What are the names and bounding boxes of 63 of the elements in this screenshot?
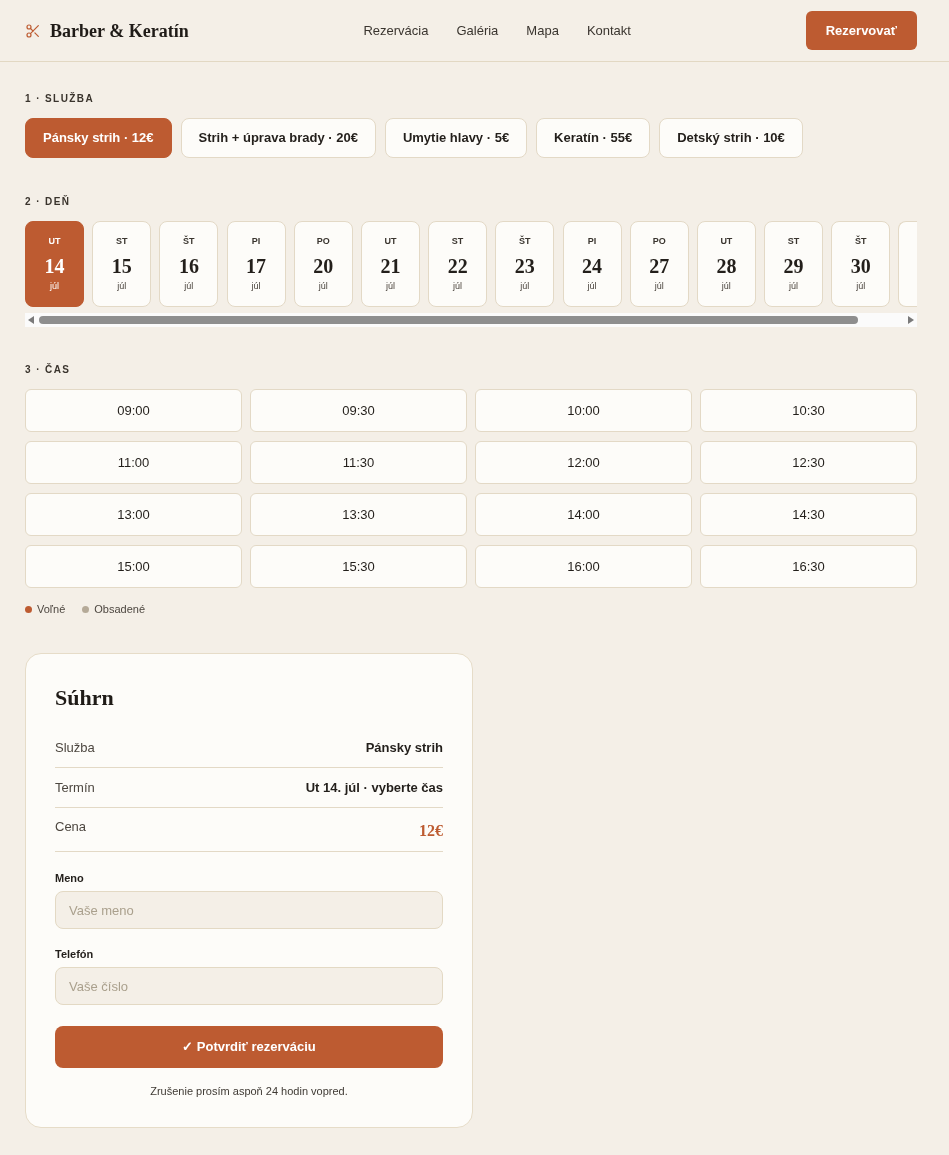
- day-card[interactable]: PI 24 júl: [562, 221, 622, 307]
- time-slot[interactable]: 12:30: [700, 441, 917, 484]
- summary-label: Termín: [55, 779, 95, 796]
- summary-value: Ut 14. júl · vyberte čas: [305, 779, 443, 796]
- time-slot[interactable]: 09:00: [25, 389, 242, 432]
- legend-label: Obsadené: [94, 603, 146, 616]
- time-slot[interactable]: 10:00: [475, 389, 692, 432]
- day-card[interactable]: ST 15 júl: [92, 221, 152, 307]
- time-slot[interactable]: 14:00: [475, 493, 692, 536]
- time-slot[interactable]: 16:30: [700, 545, 917, 588]
- day-card[interactable]: UT 28 júl: [696, 221, 756, 307]
- day-card[interactable]: PI 17 júl: [226, 221, 286, 307]
- legend-label: Voľné: [37, 603, 66, 616]
- input-field[interactable]: Vaše meno: [55, 891, 443, 929]
- reserve-button[interactable]: Rezervovať: [805, 11, 917, 50]
- day-card[interactable]: UT 21 júl: [360, 221, 420, 307]
- time-slot[interactable]: 10:30: [700, 389, 917, 432]
- service-option[interactable]: Keratín · 55€: [536, 118, 651, 158]
- summary-label: Služba: [55, 739, 95, 756]
- nav-link[interactable]: Rezervácia: [363, 22, 429, 39]
- summary-value: Pánsky strih: [365, 739, 443, 756]
- summary-title: Súhrn: [55, 685, 114, 711]
- time-slot[interactable]: 11:30: [250, 441, 467, 484]
- day-card[interactable]: PO 27 júl: [629, 221, 689, 307]
- time-slot[interactable]: 16:00: [475, 545, 692, 588]
- scroll-right-icon[interactable]: [908, 316, 914, 324]
- day-card[interactable]: ST 22 júl: [428, 221, 488, 307]
- service-option[interactable]: Strih + úprava brady · 20€: [180, 118, 376, 158]
- field-label: Telefón: [55, 947, 94, 961]
- service-option[interactable]: Pánsky strih · 12€: [25, 118, 172, 158]
- summary-price: 12€: [419, 821, 443, 840]
- field-label: Meno: [55, 871, 84, 885]
- time-slot[interactable]: 09:30: [250, 389, 467, 432]
- nav-link[interactable]: Kontakt: [586, 22, 631, 39]
- input-field[interactable]: Vaše číslo: [55, 967, 443, 1005]
- scrollbar-thumb[interactable]: [39, 316, 858, 324]
- section-heading: 2 · DEŇ: [25, 196, 71, 208]
- time-slot[interactable]: 12:00: [475, 441, 692, 484]
- scroll-left-icon[interactable]: [28, 316, 34, 324]
- time-slot[interactable]: 11:00: [25, 441, 242, 484]
- day-card[interactable]: ŠT 23 júl: [495, 221, 555, 307]
- service-option[interactable]: Detský strih · 10€: [659, 118, 803, 158]
- day-card[interactable]: ŠT 30 júl: [831, 221, 891, 307]
- time-slot[interactable]: 13:00: [25, 493, 242, 536]
- cancellation-note: Zrušenie prosím aspoň 24 hodin vopred.: [149, 1085, 349, 1098]
- confirm-button[interactable]: ✓ Potvrdiť rezerváciu: [55, 1026, 443, 1068]
- day-card[interactable]: UT 14 júl: [25, 221, 84, 307]
- logo-text[interactable]: Barber & Keratín: [50, 19, 189, 42]
- section-heading: 1 · SLUŽBA: [25, 93, 94, 105]
- day-card[interactable]: PO 20 júl: [293, 221, 353, 307]
- section-heading: 3 · ČAS: [25, 364, 71, 376]
- day-card[interactable]: ST 29 júl: [764, 221, 824, 307]
- time-slot[interactable]: 13:30: [250, 493, 467, 536]
- day-card[interactable]: ŠT 16 júl: [159, 221, 219, 307]
- nav-link[interactable]: Galéria: [456, 22, 499, 39]
- summary-label: Cena: [55, 818, 87, 835]
- nav-link[interactable]: Mapa: [526, 22, 559, 39]
- time-slot[interactable]: 15:00: [25, 545, 242, 588]
- time-slot[interactable]: 14:30: [700, 493, 917, 536]
- horizontal-scrollbar[interactable]: [25, 313, 917, 327]
- service-option[interactable]: Umytie hlavy · 5€: [384, 118, 528, 158]
- scissors-icon: [25, 22, 41, 39]
- time-slot[interactable]: 15:30: [250, 545, 467, 588]
